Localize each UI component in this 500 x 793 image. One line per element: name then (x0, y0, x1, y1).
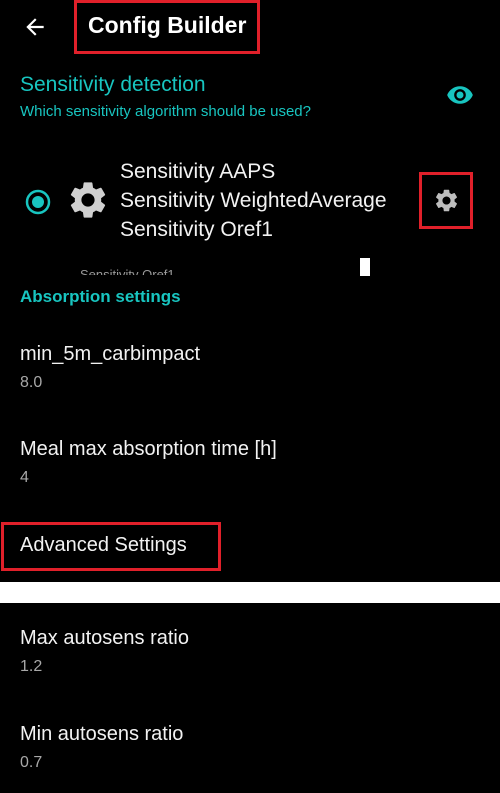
sensitivity-option-oref1[interactable]: Sensitivity Oref1 (120, 218, 273, 242)
pref-min-autosens-value: 0.7 (20, 754, 43, 771)
radio-selected-icon[interactable] (25, 189, 51, 215)
advanced-settings-item[interactable]: Advanced Settings (20, 534, 187, 557)
sensitivity-section-title: Sensitivity detection (20, 73, 206, 96)
sensitivity-option-weightedaverage[interactable]: Sensitivity WeightedAverage (120, 189, 387, 213)
pref-min-5m-carbimpact-title[interactable]: min_5m_carbimpact (20, 343, 200, 366)
pref-min-autosens-title[interactable]: Min autosens ratio (20, 723, 183, 746)
absorption-section-header: Absorption settings (20, 287, 181, 306)
settings-gear-icon[interactable] (433, 187, 460, 214)
clipped-option-text: Sensitivity Oref1 (80, 268, 175, 275)
eye-icon[interactable] (446, 84, 474, 106)
plugin-gear-icon (70, 182, 106, 218)
page-title: Config Builder (88, 12, 247, 38)
pref-max-autosens-value: 1.2 (20, 658, 43, 675)
sensitivity-section-subtitle: Which sensitivity algorithm should be us… (20, 103, 311, 120)
pref-min-5m-carbimpact-value: 8.0 (20, 374, 43, 391)
back-arrow-icon[interactable] (22, 14, 48, 40)
divider-band (0, 582, 500, 603)
scroll-artifact (360, 258, 370, 276)
pref-meal-max-absorption-value: 4 (20, 469, 29, 486)
pref-meal-max-absorption-title[interactable]: Meal max absorption time [h] (20, 438, 277, 461)
pref-max-autosens-title[interactable]: Max autosens ratio (20, 627, 189, 650)
sensitivity-option-aaps[interactable]: Sensitivity AAPS (120, 160, 275, 184)
